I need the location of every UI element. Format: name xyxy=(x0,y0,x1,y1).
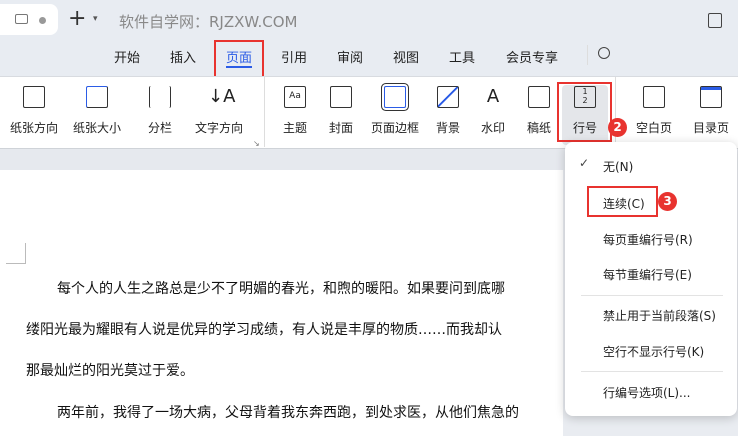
dot-icon xyxy=(39,17,46,24)
menu-divider xyxy=(581,295,723,296)
margin-corner-mark xyxy=(6,243,26,264)
step-badge-3: 3 xyxy=(658,192,677,211)
step-badge-2: 2 xyxy=(608,118,627,137)
theme-icon: Aa xyxy=(284,86,306,108)
title-bar: + ▾ 软件自学网：RJZXW.COM xyxy=(0,0,738,40)
divider xyxy=(587,45,588,65)
menu-item-line-numbering-options[interactable]: 行编号选项(L)... xyxy=(603,384,691,401)
menu-item-hide-blank-lines[interactable]: 空行不显示行号(K) xyxy=(603,343,704,360)
sidebar-toggle-icon[interactable] xyxy=(708,13,722,28)
paper-orientation-button[interactable]: 纸张方向 xyxy=(3,77,65,150)
tab-review[interactable]: 审阅 xyxy=(337,47,363,66)
columns-button[interactable]: 分栏 xyxy=(138,77,182,150)
document-tab[interactable] xyxy=(0,4,58,35)
checkmark-icon: ✓ xyxy=(579,156,590,170)
window-title: 软件自学网：RJZXW.COM xyxy=(119,13,298,31)
paragraph-line: 那最灿烂的阳光莫过于爱。 xyxy=(26,363,194,379)
menu-item-restart-each-section[interactable]: 每节重编行号(E) xyxy=(603,266,692,283)
blank-page-button[interactable]: 空白页 xyxy=(626,77,682,150)
tab-view[interactable]: 视图 xyxy=(393,47,419,66)
new-tab-plus-icon[interactable]: + xyxy=(68,6,86,31)
cover-button[interactable]: 封面 xyxy=(320,77,362,150)
highlight-box-1 xyxy=(214,40,264,78)
paragraph-line: 缕阳光最为耀眼有人说是优异的学习成绩，有人说是丰厚的物质……而我却认 xyxy=(26,322,502,338)
paper-size-button[interactable]: 纸张大小 xyxy=(66,77,128,150)
tab-insert[interactable]: 插入 xyxy=(170,47,196,66)
chevron-down-icon[interactable]: ▾ xyxy=(93,14,98,24)
line-numbers-dropdown: ✓ 无(N) 连续(C) 每页重编行号(R) 每节重编行号(E) 禁止用于当前段… xyxy=(565,142,737,416)
document-page[interactable]: 每个人的人生之路总是少不了明媚的春光，和煦的暖阳。如果要问到底哪 缕阳光最为耀眼… xyxy=(0,170,563,436)
background-icon xyxy=(437,86,459,108)
ribbon-toolbar: 纸张方向 纸张大小 分栏 ↓A 文字方向 ↘ Aa 主题 封面 页面边框 背景 A水… xyxy=(0,76,738,149)
search-icon[interactable] xyxy=(598,47,610,59)
toc-page-icon xyxy=(700,86,722,108)
tab-tools[interactable]: 工具 xyxy=(449,47,475,66)
manuscript-paper-button[interactable]: 稿纸 xyxy=(520,77,558,150)
text-direction-icon: ↓A xyxy=(208,86,236,107)
page-border-icon xyxy=(384,86,406,108)
page-border-button[interactable]: 页面边框 xyxy=(367,77,423,150)
background-button[interactable]: 背景 xyxy=(427,77,469,150)
watermark-icon: A xyxy=(486,86,500,107)
tab-references[interactable]: 引用 xyxy=(281,47,307,66)
tab-member[interactable]: 会员专享 xyxy=(506,47,558,66)
toc-page-button[interactable]: 目录页 xyxy=(684,77,738,150)
grid-paper-icon xyxy=(528,86,550,108)
tab-start[interactable]: 开始 xyxy=(114,47,140,66)
theme-button[interactable]: Aa 主题 xyxy=(274,77,316,150)
menu-item-none[interactable]: 无(N) xyxy=(603,158,633,175)
columns-icon xyxy=(149,86,171,108)
menu-item-suppress-paragraph[interactable]: 禁止用于当前段落(S) xyxy=(603,307,716,324)
blank-page-icon xyxy=(643,86,665,108)
highlight-box-3 xyxy=(587,186,658,217)
monitor-icon xyxy=(15,14,28,24)
orientation-icon xyxy=(23,86,45,108)
menu-divider xyxy=(581,371,723,372)
paragraph-line: 每个人的人生之路总是少不了明媚的春光，和煦的暖阳。如果要问到底哪 xyxy=(57,281,505,297)
divider xyxy=(264,77,265,147)
highlight-box-2 xyxy=(557,82,612,142)
cover-icon xyxy=(330,86,352,108)
watermark-button[interactable]: A 水印 xyxy=(472,77,514,150)
paper-size-icon xyxy=(86,86,108,108)
dialog-launcher-icon[interactable]: ↘ xyxy=(253,139,260,148)
menu-item-restart-each-page[interactable]: 每页重编行号(R) xyxy=(603,231,693,248)
paragraph-line: 两年前，我得了一场大病，父母背着我东奔西跑，到处求医，从他们焦急的 xyxy=(57,405,519,421)
menu-tabs: 开始 插入 页面 引用 审阅 视图 工具 会员专享 xyxy=(0,40,738,76)
text-direction-button[interactable]: ↓A 文字方向 xyxy=(188,77,250,150)
